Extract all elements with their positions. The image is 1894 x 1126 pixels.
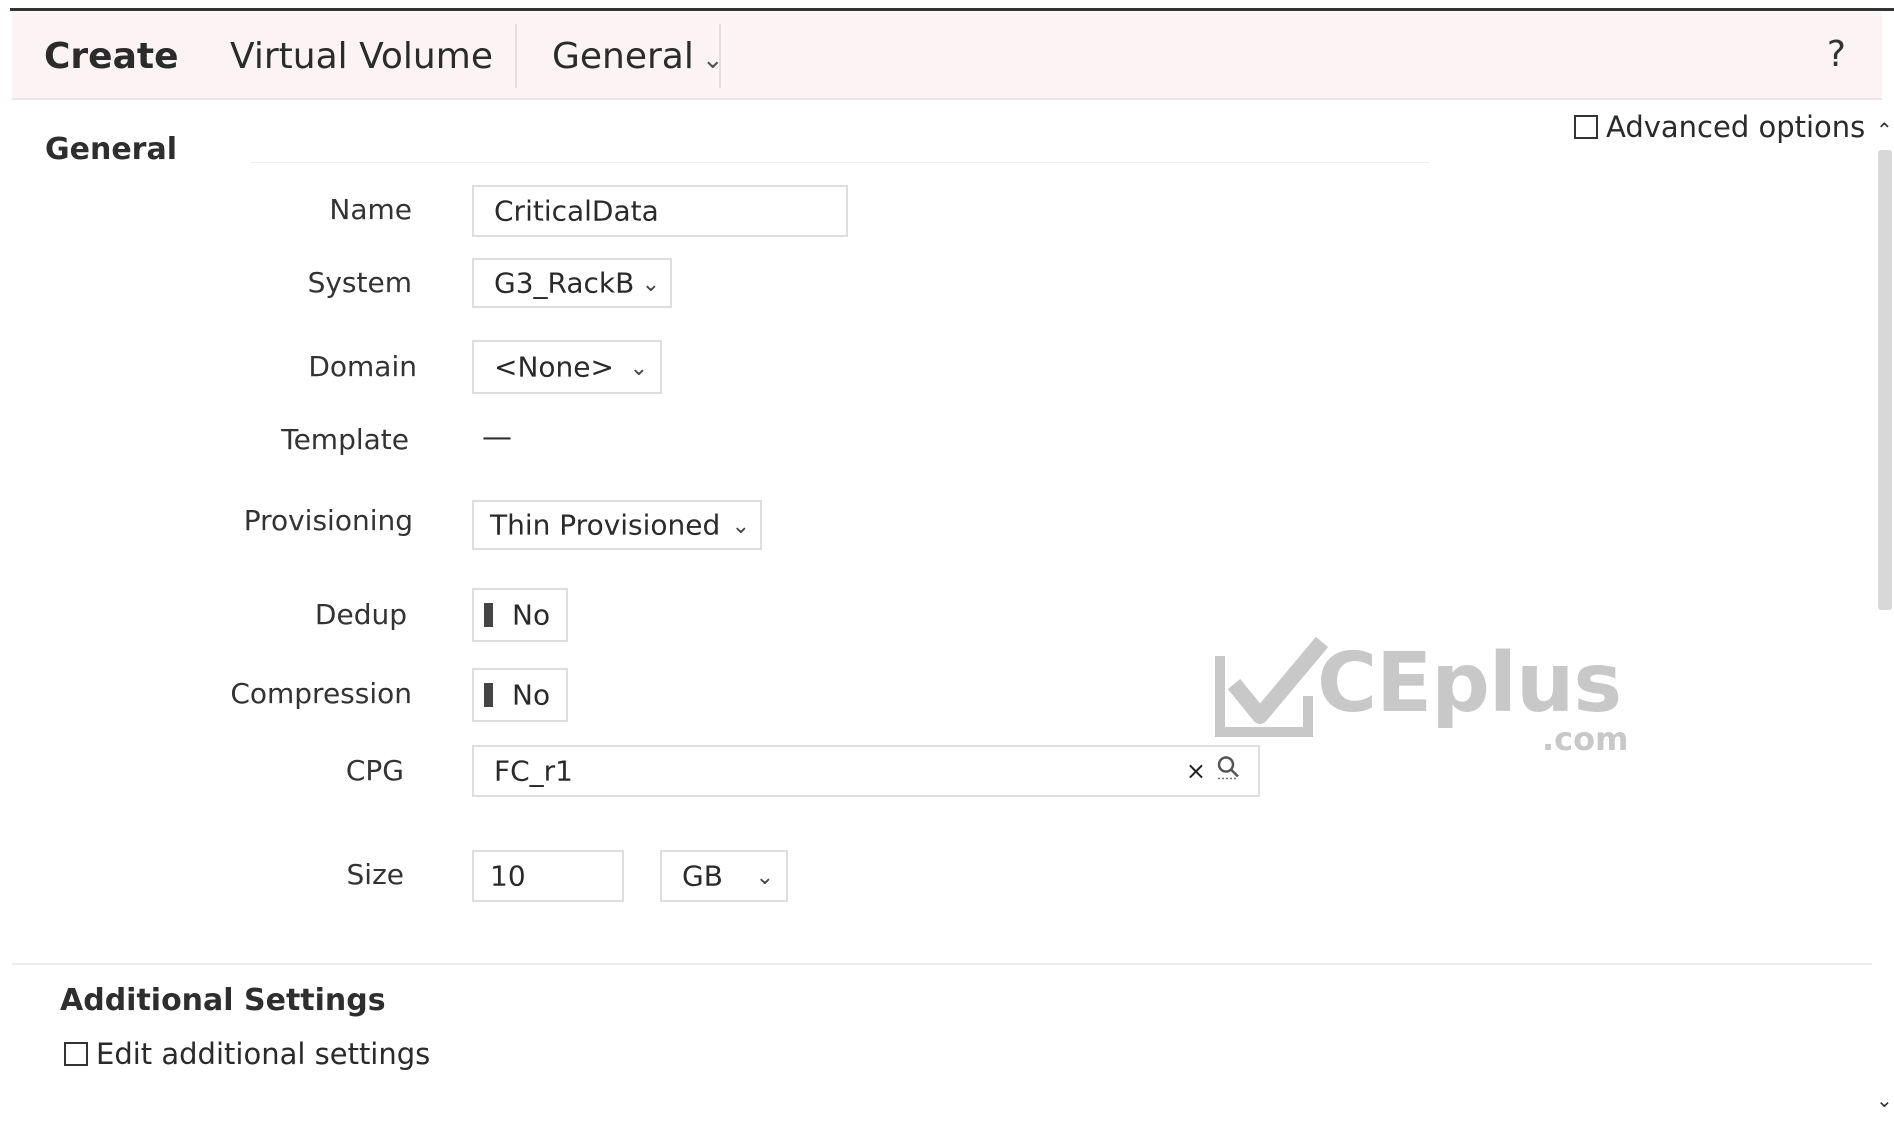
edit-additional-settings-checkbox[interactable]: Edit additional settings: [64, 1037, 430, 1071]
watermark-text: CEplus: [1317, 636, 1622, 731]
section-menu[interactable]: General ⌄: [552, 36, 724, 81]
header-divider: [719, 24, 721, 88]
cpg-input[interactable]: FC_r1 ×: [472, 745, 1260, 797]
header-object-type: Virtual Volume: [230, 36, 493, 77]
cpg-value: FC_r1: [494, 754, 573, 788]
watermark-logo: CEplus .com: [1212, 634, 1642, 764]
template-label: Template: [281, 423, 409, 456]
scrollbar-thumb[interactable]: [1878, 150, 1892, 610]
name-input[interactable]: CriticalData: [472, 185, 848, 237]
provisioning-label: Provisioning: [243, 504, 413, 537]
divider: [250, 162, 1430, 163]
dedup-toggle[interactable]: No: [472, 588, 568, 642]
domain-value: <None>: [494, 350, 614, 384]
top-border: [10, 8, 1894, 11]
chevron-down-icon: ⌄: [755, 864, 774, 890]
edit-additional-settings-label: Edit additional settings: [96, 1037, 431, 1071]
clear-icon[interactable]: ×: [1186, 757, 1206, 785]
system-select[interactable]: G3_RackB ⌄: [472, 258, 672, 308]
scroll-up-arrow[interactable]: ⌃: [1876, 118, 1893, 142]
cpg-label: CPG: [345, 754, 404, 787]
header-divider: [515, 24, 517, 88]
dedup-label: Dedup: [314, 598, 407, 631]
watermark-suffix: .com: [1542, 720, 1629, 758]
system-label: System: [307, 266, 412, 299]
size-unit-select[interactable]: GB ⌄: [660, 850, 788, 902]
chevron-down-icon: ⌄: [641, 271, 660, 297]
chevron-down-icon: ⌄: [731, 513, 750, 539]
size-value: 10: [490, 859, 526, 893]
help-button[interactable]: ?: [1827, 34, 1846, 75]
advanced-options-label: Advanced options: [1606, 110, 1866, 144]
domain-label: Domain: [308, 350, 417, 383]
advanced-options-checkbox[interactable]: Advanced options: [1574, 110, 1865, 144]
general-section-title: General: [45, 132, 177, 167]
domain-select[interactable]: <None> ⌄: [472, 340, 662, 394]
size-unit-value: GB: [682, 859, 723, 893]
compression-toggle[interactable]: No: [472, 668, 568, 722]
system-value: G3_RackB: [494, 266, 635, 300]
section-menu-label: General: [552, 36, 694, 77]
additional-settings-title: Additional Settings: [60, 983, 386, 1018]
name-label: Name: [329, 193, 412, 226]
template-value: —: [482, 420, 512, 455]
size-input[interactable]: 10: [472, 850, 624, 902]
toggle-handle: [484, 603, 493, 627]
header-create: Create: [44, 36, 179, 77]
chevron-down-icon: ⌄: [629, 355, 648, 381]
toggle-handle: [484, 683, 493, 707]
compression-label: Compression: [230, 677, 412, 710]
divider: [12, 963, 1872, 965]
checkbox-icon: [64, 1042, 88, 1066]
dialog-header: Create Virtual Volume General ⌄ ?: [12, 12, 1882, 100]
provisioning-value: Thin Provisioned: [490, 508, 721, 542]
checkbox-icon: [1574, 115, 1598, 139]
provisioning-select[interactable]: Thin Provisioned ⌄: [472, 500, 762, 550]
scroll-down-arrow[interactable]: ⌄: [1876, 1088, 1893, 1112]
name-value: CriticalData: [494, 194, 659, 228]
size-label: Size: [346, 858, 404, 891]
compression-value: No: [512, 678, 551, 712]
dedup-value: No: [512, 598, 551, 632]
